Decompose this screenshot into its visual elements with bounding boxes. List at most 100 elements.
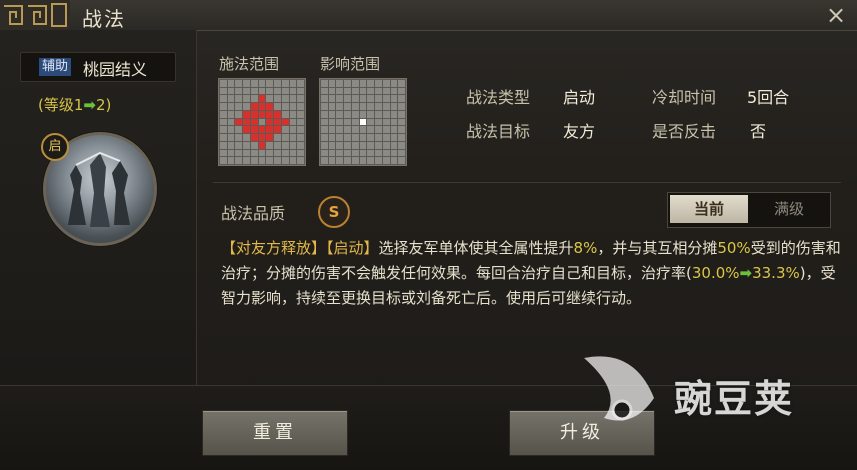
grid-cell (398, 87, 405, 95)
skill-type-tag: 辅助 (39, 58, 72, 76)
grid-cell (344, 126, 351, 134)
grid-cell (382, 126, 390, 134)
grid-cell (390, 157, 398, 164)
grid-cell (274, 126, 281, 134)
cast-range-grid (218, 78, 306, 166)
grid-cell (375, 87, 382, 95)
grid-cell (336, 134, 344, 141)
tab-max-level[interactable]: 满级 (750, 195, 828, 223)
grid-cell (289, 157, 297, 164)
grid-cell (258, 149, 266, 157)
grid-cell (359, 118, 367, 126)
grid-cell (266, 103, 274, 110)
grid-cell (281, 103, 289, 110)
grid-cell (227, 95, 235, 103)
grid-cell (281, 95, 289, 103)
skill-description: 【对友方释放】【启动】选择友军单体使其全属性提升8%，并与其互相分摊50%受到的… (221, 236, 841, 311)
grid-cell (367, 95, 375, 103)
close-button[interactable]: × (823, 2, 849, 28)
cast-range-label: 施法范围 (219, 55, 280, 73)
grid-cell (398, 157, 405, 164)
grid-cell (297, 103, 304, 110)
grid-cell (359, 87, 367, 95)
grid-cell (220, 157, 227, 164)
watermark-text: 豌豆荚 (674, 377, 795, 421)
grid-cell (351, 80, 359, 87)
grid-cell (281, 118, 289, 126)
grid-cell (250, 118, 258, 126)
tab-current[interactable]: 当前 (670, 195, 748, 223)
grid-cell (375, 141, 382, 149)
grid-cell (390, 118, 398, 126)
grid-cell (258, 110, 266, 118)
grid-cell (289, 149, 297, 157)
grid-cell (398, 149, 405, 157)
grid-cell (289, 103, 297, 110)
divider (213, 182, 841, 183)
grid-cell (336, 157, 344, 164)
grid-cell (351, 87, 359, 95)
grid-cell (235, 103, 243, 110)
level-arrow-icon: ➡ (83, 96, 96, 114)
grid-cell (321, 103, 328, 110)
grid-cell (382, 103, 390, 110)
grid-cell (266, 110, 274, 118)
type-value: 启动 (563, 88, 596, 107)
skill-name-box: 辅助 桃园结义 (20, 52, 176, 82)
grid-cell (398, 118, 405, 126)
grid-cell (321, 149, 328, 157)
grid-cell (382, 149, 390, 157)
grid-cell (359, 157, 367, 164)
grid-cell (367, 149, 375, 157)
grid-cell (250, 80, 258, 87)
grid-cell (274, 110, 281, 118)
grid-cell (297, 118, 304, 126)
grid-cell (281, 110, 289, 118)
grid-cell (344, 118, 351, 126)
grid-cell (243, 118, 250, 126)
grid-cell (344, 157, 351, 164)
reset-button[interactable]: 重置 (202, 410, 348, 456)
grid-cell (220, 95, 227, 103)
grid-cell (274, 141, 281, 149)
skill-level: (等级1➡2) (38, 94, 111, 115)
grid-cell (328, 87, 336, 95)
grid-cell (227, 110, 235, 118)
grid-cell (382, 80, 390, 87)
grid-cell (289, 95, 297, 103)
grid-cell (390, 126, 398, 134)
grid-cell (367, 80, 375, 87)
grid-cell (328, 110, 336, 118)
grid-cell (297, 134, 304, 141)
grid-cell (375, 134, 382, 141)
grid-cell (250, 149, 258, 157)
grid-cell (227, 149, 235, 157)
grid-cell (321, 80, 328, 87)
grid-cell (266, 157, 274, 164)
grid-cell (351, 157, 359, 164)
grid-cell (359, 141, 367, 149)
grid-cell (390, 141, 398, 149)
grid-cell (351, 126, 359, 134)
grid-cell (220, 110, 227, 118)
grid-cell (258, 95, 266, 103)
grid-cell (382, 134, 390, 141)
grid-cell (344, 87, 351, 95)
grid-cell (235, 80, 243, 87)
grid-cell (274, 103, 281, 110)
grid-cell (227, 126, 235, 134)
counter-label: 是否反击 (652, 122, 717, 141)
grid-cell (351, 118, 359, 126)
grid-cell (375, 157, 382, 164)
grid-cell (359, 149, 367, 157)
grid-cell (367, 126, 375, 134)
grid-cell (281, 126, 289, 134)
grid-cell (375, 126, 382, 134)
grid-cell (258, 134, 266, 141)
grid-cell (227, 80, 235, 87)
grid-cell (220, 80, 227, 87)
grid-cell (336, 141, 344, 149)
grid-cell (289, 134, 297, 141)
grid-cell (243, 110, 250, 118)
grid-cell (243, 149, 250, 157)
